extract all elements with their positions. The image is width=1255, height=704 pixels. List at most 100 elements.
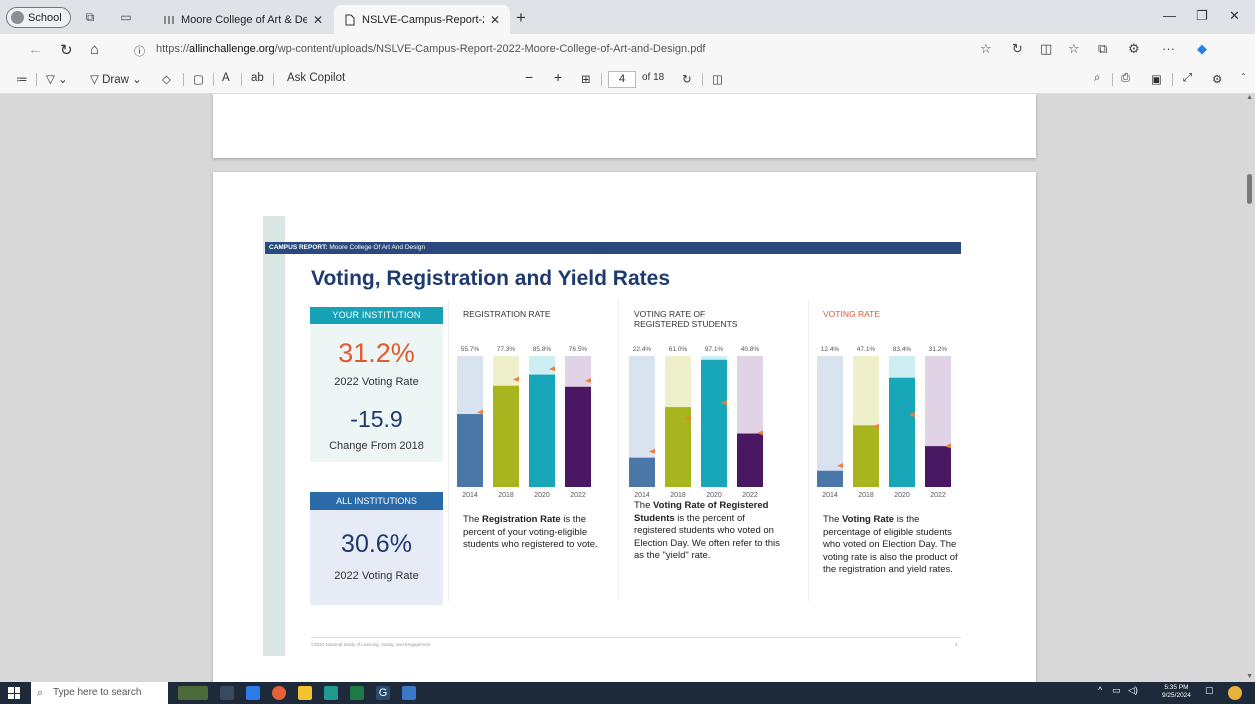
url-path: /wp-content/uploads/NSLVE-Campus-Report-…	[274, 43, 706, 55]
close-tab-icon[interactable]: ✕	[313, 13, 323, 27]
voting-rate-description: The Voting Rate is the percentage of eli…	[823, 514, 963, 577]
tray-overflow-icon[interactable]: ^	[1098, 685, 1102, 695]
url-domain: allinchallenge.org	[189, 43, 275, 55]
bar-2022	[737, 433, 763, 487]
yield-rate-panel: VOTING RATE OF REGISTERED STUDENTS 22.4%…	[618, 299, 808, 601]
rotate-icon[interactable]: ↻	[682, 72, 692, 86]
campus-report-header: CAMPUS REPORT: Moore College Of Art And …	[265, 242, 961, 254]
task-view-icon[interactable]	[220, 686, 234, 700]
network-icon[interactable]: ▭	[1112, 685, 1121, 696]
data-label-2018: 77.3%	[497, 346, 516, 353]
decorative-stripe	[263, 216, 285, 656]
data-label-2014: 22.4%	[633, 346, 652, 353]
search-icon[interactable]: ⌕	[1094, 72, 1100, 85]
copilot-refresh-icon[interactable]: ↻	[1012, 41, 1023, 57]
profile-label: School	[28, 11, 62, 24]
x-tick-2014: 2014	[822, 492, 838, 499]
page-number-input[interactable]: 4	[608, 71, 636, 88]
print-icon[interactable]: ⎙	[1121, 72, 1130, 85]
favorite-star-icon[interactable]: ☆	[980, 41, 992, 57]
change-value: -15.9	[350, 406, 403, 432]
settings-gear-icon[interactable]: ⚙	[1212, 72, 1222, 86]
fit-page-icon[interactable]: ⊞	[581, 72, 591, 86]
all-institutions-box: 30.6% 2022 Voting Rate	[310, 510, 443, 605]
more-options-icon[interactable]: ···	[1162, 41, 1175, 56]
vertical-scrollbar[interactable]	[1247, 174, 1252, 204]
translate-icon[interactable]: ab	[251, 72, 264, 84]
x-tick-2018: 2018	[670, 492, 686, 499]
data-label-2014: 12.4%	[821, 346, 840, 353]
highlight-icon[interactable]: ▽ ⌄	[46, 72, 68, 86]
url-prefix: https://	[156, 43, 190, 55]
url-field[interactable]: https://allinchallenge.org/wp-content/up…	[156, 43, 706, 55]
taskbar-search-input[interactable]: ⌕ Type here to search	[31, 682, 168, 704]
collections-icon[interactable]: ⧉	[1098, 41, 1107, 57]
page-view-icon[interactable]: ◫	[712, 72, 723, 86]
data-label-2020: 83.4%	[893, 346, 912, 353]
yield-title-line-2: REGISTERED STUDENTS	[634, 319, 738, 329]
home-icon[interactable]: ⌂	[90, 41, 99, 58]
chrome-browser-icon[interactable]	[272, 686, 286, 700]
pdf-toolbar: ≔ ▽ ⌄ ▽ Draw ⌄ ◇ ▢ A ab Ask Copilot − + …	[0, 64, 1255, 94]
new-tab-button[interactable]: +	[516, 8, 526, 28]
collapse-toolbar-icon[interactable]: ⌃	[1240, 72, 1247, 81]
ask-copilot-button[interactable]: Ask Copilot	[287, 72, 345, 84]
favorites-icon[interactable]: ☆	[1068, 41, 1080, 57]
data-label-2022: 40.8%	[741, 346, 760, 353]
profile-button[interactable]: School	[6, 7, 71, 28]
read-aloud-icon[interactable]: A	[222, 72, 230, 84]
scroll-up-arrow[interactable]: ▲	[1246, 94, 1253, 101]
close-tab-icon[interactable]: ✕	[490, 13, 500, 27]
google-app-icon[interactable]: G	[376, 686, 390, 700]
copilot-icon[interactable]: ◆	[1197, 41, 1207, 57]
tab-nslve-report[interactable]: NSLVE-Campus-Report-2022-Mo ✕	[334, 5, 510, 34]
data-label-2022: 31.2%	[929, 346, 948, 353]
excel-app-icon[interactable]	[350, 686, 364, 700]
your-institution-box: 31.2% 2022 Voting Rate -15.9 Change From…	[310, 324, 443, 462]
extensions-icon[interactable]: ⚙	[1128, 41, 1140, 57]
notifications-icon[interactable]: ▢	[1205, 685, 1214, 696]
mail-app-icon[interactable]	[246, 686, 260, 700]
eraser-icon[interactable]: ◇	[162, 72, 171, 86]
page-total: of 18	[642, 72, 665, 83]
minimize-button[interactable]: —	[1163, 8, 1176, 23]
x-tick-2022: 2022	[930, 492, 946, 499]
save-icon[interactable]: ▣	[1151, 72, 1162, 86]
volume-icon[interactable]: ◁)	[1128, 685, 1138, 696]
fullscreen-icon[interactable]: ⤢	[1183, 72, 1192, 85]
split-screen-icon[interactable]: ◫	[1040, 41, 1052, 57]
workspaces-icon[interactable]: ⧉	[82, 9, 98, 25]
data-label-2018: 47.1%	[857, 346, 876, 353]
desc-pre: The	[463, 514, 483, 525]
back-icon[interactable]: ←	[28, 41, 43, 58]
voting-rate-value: 31.2%	[338, 338, 415, 368]
zoom-in-button[interactable]: +	[554, 69, 562, 85]
refresh-icon[interactable]: ↻	[60, 41, 73, 59]
tab-label: Moore College of Art & Design -	[181, 13, 307, 26]
data-label-2022: 76.5%	[569, 346, 588, 353]
bar-2020	[889, 377, 915, 487]
contents-icon[interactable]: ≔	[16, 72, 28, 86]
word-app-icon[interactable]	[402, 686, 416, 700]
zoom-out-button[interactable]: −	[525, 69, 533, 85]
scroll-down-arrow[interactable]: ▼	[1246, 673, 1253, 680]
footer-rule	[311, 637, 961, 638]
add-text-icon[interactable]: ▢	[193, 72, 204, 86]
tab-actions-icon[interactable]: ▭	[118, 9, 134, 25]
news-widget-icon[interactable]	[178, 686, 208, 700]
edge-browser-icon[interactable]	[324, 686, 338, 700]
start-windows-icon[interactable]	[8, 687, 20, 699]
tab-moore-college[interactable]: Moore College of Art & Design - ✕	[153, 5, 333, 34]
file-info-icon[interactable]: ⓘ	[134, 43, 145, 59]
header-text: Moore College Of Art And Design	[327, 244, 426, 251]
page-title: Voting, Registration and Yield Rates	[311, 267, 670, 290]
clock-date: 9/25/2024	[1162, 692, 1191, 699]
draw-button[interactable]: ▽ Draw ⌄	[90, 72, 142, 86]
file-explorer-icon[interactable]	[298, 686, 312, 700]
yield-title-line-1: VOTING RATE OF	[634, 309, 706, 319]
user-avatar-icon[interactable]	[1228, 686, 1242, 700]
data-label-2020: 97.1%	[705, 346, 724, 353]
close-window-button[interactable]: ✕	[1229, 8, 1240, 24]
restore-button[interactable]: ❐	[1196, 8, 1208, 24]
system-clock[interactable]: 5:35 PM 9/25/2024	[1162, 684, 1191, 700]
